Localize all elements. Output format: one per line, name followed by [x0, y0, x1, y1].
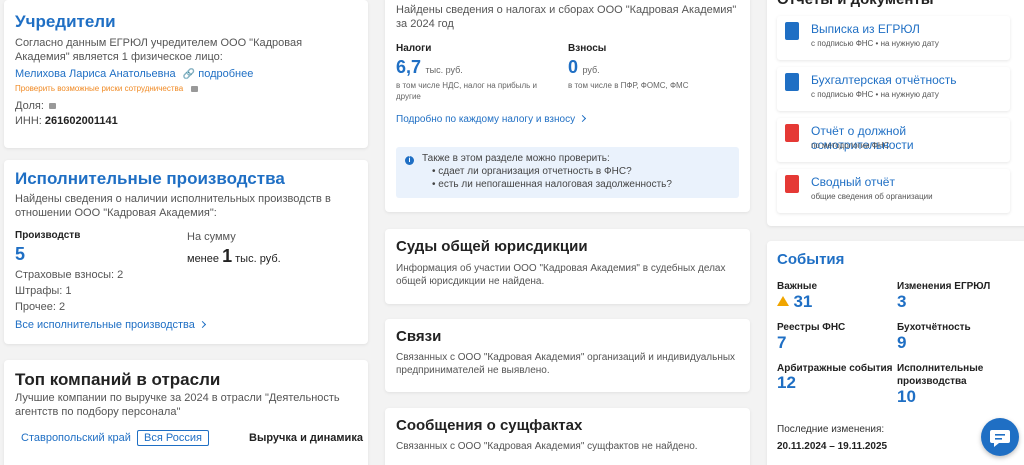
item-other: Прочее: 2	[15, 301, 66, 313]
report-title[interactable]: Выписка из ЕГРЮЛ	[811, 22, 920, 36]
contrib-unit: руб.	[582, 65, 600, 75]
info-icon: i	[405, 156, 414, 165]
contrib-value[interactable]: 0	[568, 57, 578, 77]
egrul-label: Изменения ЕГРЮЛ	[897, 281, 991, 292]
top-title: Топ компаний в отрасли	[15, 370, 221, 389]
report-title[interactable]: Бухгалтерская отчётность	[811, 73, 957, 87]
links-title: Связи	[396, 328, 442, 345]
founder-name-link[interactable]: Мелихова Лариса Анатольевна	[15, 68, 176, 80]
accounting-value[interactable]: 9	[897, 333, 906, 353]
chat-button[interactable]	[981, 418, 1019, 456]
report-egrul[interactable]: Выписка из ЕГРЮЛ с подписью ФНС • на нуж…	[777, 16, 1010, 60]
sum-label: На сумму	[187, 231, 236, 243]
more-link[interactable]: подробнее	[198, 68, 253, 80]
contrib-label: Взносы	[568, 43, 607, 54]
report-sub: общие сведения об организации	[811, 192, 933, 201]
inn-label: ИНН:	[15, 115, 42, 127]
chevron-right-icon	[198, 320, 206, 329]
link-icon: 🔗	[182, 69, 196, 80]
warning-icon	[777, 296, 789, 306]
report-title[interactable]: Сводный отчёт	[811, 175, 895, 189]
enforcement-title[interactable]: Исполнительные производства	[15, 169, 285, 189]
enforcement-card: Исполнительные производства Найдены свед…	[4, 160, 368, 344]
report-accounting[interactable]: Бухгалтерская отчётность с подписью ФНС …	[777, 67, 1010, 111]
last-changes-value: 20.11.2024 – 19.11.2025	[777, 441, 888, 452]
all-enforcement-link[interactable]: Все исполнительные производства	[15, 319, 195, 331]
founders-title[interactable]: Учредители	[15, 12, 116, 32]
enforcement-label: Исполнительные производства	[897, 363, 984, 387]
events-title[interactable]: События	[777, 251, 844, 268]
reports-title: Отчеты и документы	[777, 0, 934, 8]
taxes-intro: Найдены сведения о налогах и сборах ООО …	[396, 4, 737, 30]
count-label: Производств	[15, 230, 81, 241]
lock-icon	[191, 86, 199, 92]
sum-unit: тыс. руб.	[235, 253, 281, 265]
tax-detail-link[interactable]: Подробно по каждому налогу и взносу	[396, 114, 575, 125]
info-box: i Также в этом разделе можно проверить: …	[396, 147, 739, 198]
top-companies-card: Топ компаний в отрасли Лучшие компании п…	[4, 360, 368, 465]
enforcement-value[interactable]: 10	[897, 387, 916, 407]
item-fines: Штрафы: 1	[15, 285, 72, 297]
sum-value: 1	[222, 246, 233, 266]
courts-text: Информация об участии ООО "Кадровая Акад…	[396, 263, 726, 287]
count-value[interactable]: 5	[15, 244, 25, 265]
lock-icon	[48, 103, 56, 109]
taxes-value[interactable]: 6,7	[396, 57, 421, 77]
links-text: Связанных с ООО "Кадровая Академия" орга…	[396, 352, 736, 376]
report-sub: с подписью ФНС • на нужную дату	[811, 90, 939, 99]
report-sub: с подписью ФНС • на нужную дату	[811, 39, 939, 48]
important-value[interactable]: 31	[793, 292, 812, 311]
links-card: Связи Связанных с ООО "Кадровая Академия…	[385, 319, 750, 392]
taxes-unit: тыс. руб.	[425, 65, 463, 75]
facts-text: Связанных с ООО "Кадровая Академия" сущф…	[396, 441, 698, 452]
risk-link[interactable]: Проверить возможные риски сотрудничества	[15, 84, 183, 93]
item-insurance: Страховые взносы: 2	[15, 269, 124, 281]
report-sub: по методологии ФНС	[811, 141, 890, 150]
pdf-icon	[785, 175, 799, 193]
chevron-right-icon	[579, 114, 587, 123]
info-title: Также в этом разделе можно проверить:	[422, 153, 610, 164]
document-blue-icon	[785, 73, 799, 91]
fns-value[interactable]: 7	[777, 333, 786, 353]
info-item-debt: есть ли непогашенная налоговая задолженн…	[438, 179, 672, 190]
founders-card: Учредители Согласно данным ЕГРЮЛ учредит…	[4, 0, 368, 148]
accounting-label: Бухотчётность	[897, 322, 971, 333]
top-text: Лучшие компании по выручке за 2024 в отр…	[15, 392, 340, 418]
founders-text: Согласно данным ЕГРЮЛ учредителем ООО "К…	[15, 37, 303, 63]
chat-icon	[990, 430, 1010, 447]
share-label: Доля:	[15, 100, 44, 112]
russia-button[interactable]: Вся Россия	[137, 430, 209, 446]
facts-title: Сообщения о сущфактах	[396, 417, 583, 434]
last-changes-label: Последние изменения:	[777, 424, 885, 435]
report-diligence[interactable]: Отчёт о должной осмотрительности по мето…	[777, 118, 1010, 162]
courts-card: Суды общей юрисдикции Информация об учас…	[385, 229, 750, 304]
arbitration-value[interactable]: 12	[777, 373, 796, 393]
document-blue-icon	[785, 22, 799, 40]
fns-label: Реестры ФНС	[777, 322, 846, 333]
reports-card: Отчеты и документы Выписка из ЕГРЮЛ с по…	[767, 0, 1024, 226]
facts-card: Сообщения о сущфактах Связанных с ООО "К…	[385, 408, 750, 465]
enforcement-text: Найдены сведения о наличии исполнительны…	[15, 193, 331, 219]
region-link[interactable]: Ставропольский край	[21, 432, 131, 444]
courts-title: Суды общей юрисдикции	[396, 238, 588, 255]
taxes-label: Налоги	[396, 43, 432, 54]
report-summary[interactable]: Сводный отчёт общие сведения об организа…	[777, 169, 1010, 213]
taxes-note: в том числе НДС, налог на прибыль и друг…	[396, 81, 538, 101]
egrul-value[interactable]: 3	[897, 292, 906, 312]
taxes-card: Найдены сведения о налогах и сборах ООО …	[385, 0, 750, 212]
contrib-note: в том числе в ПФР, ФОМС, ФМС	[568, 81, 689, 90]
revenue-column-label: Выручка и динамика	[249, 432, 363, 444]
sum-prefix: менее	[187, 253, 219, 265]
info-item-reporting: сдает ли организация отчетность в ФНС?	[438, 166, 632, 177]
pdf-icon	[785, 124, 799, 142]
inn-value: 261602001141	[44, 115, 118, 127]
